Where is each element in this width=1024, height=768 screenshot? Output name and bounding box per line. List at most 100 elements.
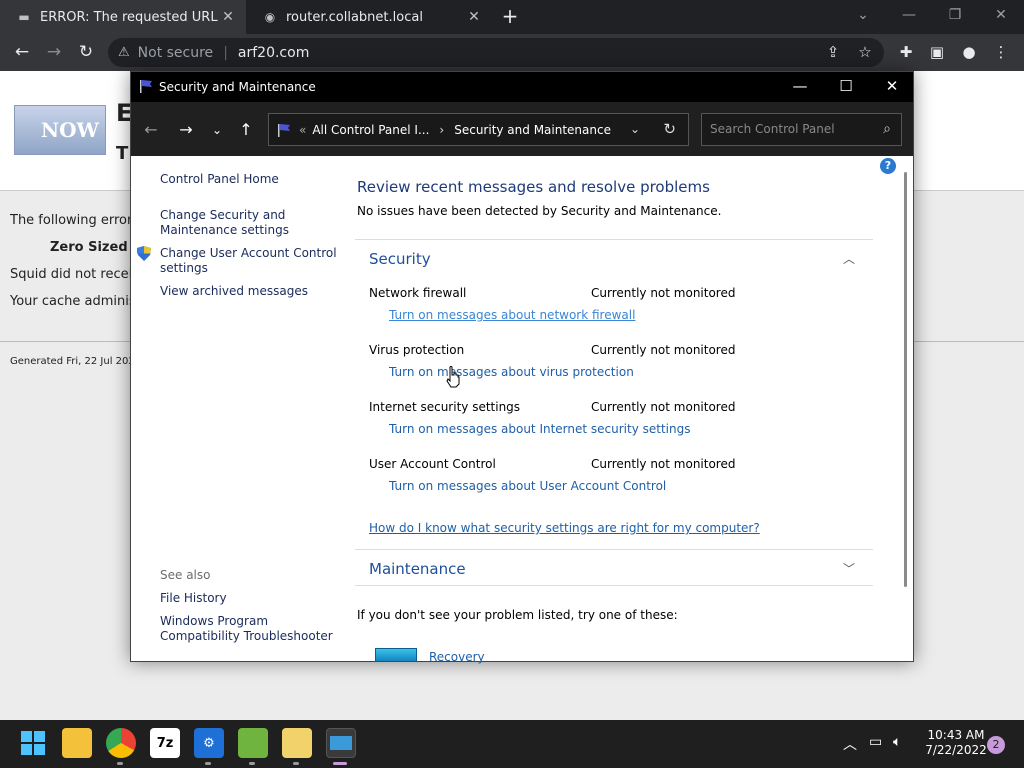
system-clock[interactable]: 10:43 AM 7/22/2022: [920, 728, 992, 758]
scrollbar[interactable]: [904, 172, 907, 587]
security-help-link[interactable]: How do I know what security settings are…: [369, 521, 760, 535]
security-maintenance-window: Security and Maintenance — ☐ ✕ ← → ⌄ ↑ «…: [130, 71, 914, 664]
window-titlebar[interactable]: Security and Maintenance — ☐ ✕: [131, 72, 913, 102]
back-icon[interactable]: ←: [9, 40, 35, 66]
address-dropdown-icon[interactable]: ⌄: [630, 122, 640, 136]
close-icon[interactable]: ✕: [464, 9, 484, 25]
sidebar-item-label: Change User Account Control: [160, 246, 337, 260]
security-section-header[interactable]: Security: [369, 250, 431, 268]
help-icon[interactable]: ?: [880, 158, 896, 174]
reload-icon[interactable]: ↻: [73, 40, 99, 66]
minimize-button[interactable]: —: [886, 0, 932, 34]
search-input[interactable]: Search Control Panel ⌕: [701, 113, 902, 146]
sidebar-item-compatibility[interactable]: Windows Program Compatibility Troublesho…: [160, 614, 333, 644]
uac-link[interactable]: Turn on messages about User Account Cont…: [389, 479, 666, 493]
close-window-button[interactable]: ✕: [978, 0, 1024, 34]
breadcrumb-separator-icon[interactable]: ›: [439, 123, 444, 137]
sidebar-item-file-history[interactable]: File History: [160, 591, 227, 606]
tab-error[interactable]: ▬ ERROR: The requested URL could not be …: [0, 0, 246, 34]
window-title: Security and Maintenance: [159, 80, 316, 94]
recovery-icon[interactable]: [375, 648, 417, 662]
notification-badge[interactable]: 2: [987, 736, 1005, 754]
address-bar[interactable]: ⚠ Not secure | arf20.com: [108, 38, 884, 67]
divider: [355, 239, 873, 240]
share-icon[interactable]: ⇪: [820, 40, 846, 66]
chrome-icon[interactable]: [106, 728, 136, 758]
volume-icon[interactable]: 🔈︎: [893, 734, 901, 750]
internet-security-link[interactable]: Turn on messages about Internet security…: [389, 422, 691, 436]
maximize-button[interactable]: ☐: [823, 72, 869, 102]
sidebar-item-label: Compatibility Troubleshooter: [160, 629, 333, 643]
breadcrumb-current[interactable]: Security and Maintenance: [454, 123, 611, 137]
virus-protection-link[interactable]: Turn on messages about virus protection: [389, 365, 634, 379]
star-icon[interactable]: ☆: [852, 40, 878, 66]
restore-button[interactable]: ❐: [932, 0, 978, 34]
folder-icon[interactable]: [282, 728, 312, 758]
recent-chevron-icon[interactable]: ⌄: [205, 119, 229, 141]
tab-search-icon[interactable]: ⌄: [840, 0, 886, 34]
app-icon[interactable]: ⚙: [194, 728, 224, 758]
sidebar-item-home[interactable]: Control Panel Home: [160, 172, 279, 187]
back-icon[interactable]: ←: [139, 119, 163, 141]
item-label: User Account Control: [369, 457, 496, 471]
up-icon[interactable]: ↑: [234, 119, 258, 141]
close-icon[interactable]: ✕: [218, 9, 238, 25]
forward-icon[interactable]: →: [41, 40, 67, 66]
item-status: Currently not monitored: [591, 400, 736, 414]
recovery-link[interactable]: Recovery: [429, 650, 485, 664]
address-bar[interactable]: « All Control Panel I... › Security and …: [268, 113, 689, 146]
expand-chevron-icon[interactable]: ﹀: [843, 560, 855, 577]
start-icon[interactable]: [18, 728, 48, 758]
error-text: The following error w: [10, 213, 148, 228]
warning-icon: ⚠: [118, 45, 130, 60]
sidebar-item-label: Windows Program: [160, 614, 269, 628]
see-also-heading: See also: [160, 568, 211, 582]
7zip-icon[interactable]: 7z: [150, 728, 180, 758]
flag-icon: [278, 123, 290, 137]
sidebar-item-change-security[interactable]: Change Security and Maintenance settings: [160, 208, 289, 238]
overflow-chevron-icon[interactable]: «: [299, 123, 306, 137]
browser-tabstrip: ▬ ERROR: The requested URL could not be …: [0, 0, 1024, 34]
item-label: Network firewall: [369, 286, 467, 300]
squid-logo: NOW: [14, 105, 106, 155]
extensions-icon[interactable]: ✚: [893, 40, 919, 66]
forward-icon[interactable]: →: [174, 119, 198, 141]
network-icon[interactable]: ▭: [869, 734, 882, 750]
clock-time: 10:43 AM: [927, 728, 985, 742]
firewall-link[interactable]: Turn on messages about network firewall: [389, 308, 635, 322]
new-tab-button[interactable]: +: [498, 5, 522, 29]
show-hidden-icons-icon[interactable]: ︿: [843, 734, 857, 754]
globe-icon: ◉: [264, 10, 276, 24]
item-label: Virus protection: [369, 343, 465, 357]
taskbar: 7z ⚙ ︿ ▭ 🔈︎ 10:43 AM 7/22/2022: [0, 720, 1024, 768]
control-panel-icon[interactable]: [326, 728, 356, 758]
collapse-chevron-icon[interactable]: ︿: [843, 250, 855, 267]
minimize-button[interactable]: —: [777, 72, 823, 102]
window-navbar: ← → ⌄ ↑ « All Control Panel I... › Secur…: [131, 102, 913, 156]
close-button[interactable]: ✕: [869, 72, 915, 102]
clock-date: 7/22/2022: [925, 743, 987, 757]
search-placeholder: Search Control Panel: [710, 122, 835, 136]
breadcrumb-parent[interactable]: All Control Panel I...: [312, 123, 429, 137]
admin-text: Your cache administ: [10, 294, 141, 309]
error-title: Zero Sized R: [50, 240, 143, 255]
running-indicator: [117, 762, 123, 765]
maintenance-section-header[interactable]: Maintenance: [369, 560, 466, 578]
refresh-icon[interactable]: ↻: [663, 120, 676, 138]
hand-cursor-icon: [446, 366, 460, 388]
sidepanel-icon[interactable]: ▣: [924, 40, 950, 66]
active-indicator: [333, 762, 347, 765]
running-indicator: [293, 762, 299, 765]
divider: [355, 585, 873, 586]
profile-icon[interactable]: ●: [956, 40, 982, 66]
tab-router[interactable]: ◉ router.collabnet.local ✕: [246, 0, 492, 34]
running-indicator: [249, 762, 255, 765]
sidebar-item-archived[interactable]: View archived messages: [160, 284, 308, 299]
sidebar-item-uac[interactable]: Change User Account Control settings: [160, 246, 337, 276]
page-icon: ▬: [18, 10, 30, 24]
notepad-icon[interactable]: [238, 728, 268, 758]
page-heading: Review recent messages and resolve probl…: [357, 178, 710, 196]
menu-icon[interactable]: ⋮: [988, 40, 1014, 66]
tab-title: ERROR: The requested URL could not be re…: [40, 9, 218, 25]
file-explorer-icon[interactable]: [62, 728, 92, 758]
